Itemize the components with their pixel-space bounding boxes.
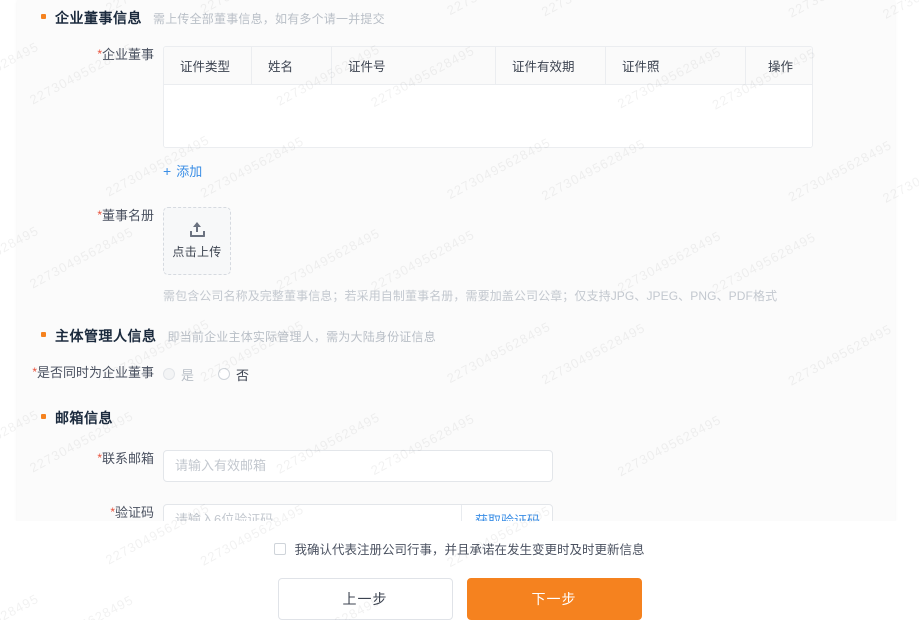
label-text: 验证码 bbox=[115, 505, 154, 520]
label-roster: *董事名册 bbox=[17, 207, 163, 224]
section-header-email: 邮箱信息 bbox=[17, 408, 895, 428]
label-text: 联系邮箱 bbox=[102, 451, 154, 466]
radio-label-no: 否 bbox=[236, 365, 249, 384]
footer-bar: 我确认代表注册公司行事，并且承诺在发生变更时及时更新信息 上一步 下一步 bbox=[0, 521, 919, 620]
upload-icon bbox=[189, 222, 206, 237]
add-director-button[interactable]: + 添加 bbox=[163, 161, 202, 180]
section-title-email: 邮箱信息 bbox=[55, 408, 113, 428]
section-title-manager: 主体管理人信息 bbox=[55, 326, 157, 346]
section-desc-directors: 需上传全部董事信息，如有多个请一并提交 bbox=[153, 10, 385, 27]
label-contact-email: *联系邮箱 bbox=[17, 450, 163, 467]
director-table: 证件类型 姓名 证件号 证件有效期 证件照 操作 bbox=[163, 46, 813, 148]
table-header-cell: 姓名 bbox=[252, 47, 332, 84]
field-row-director-table: *企业董事 证件类型 姓名 证件号 证件有效期 证件照 操作 bbox=[17, 46, 895, 181]
radio-option-no[interactable]: 否 bbox=[218, 365, 249, 384]
field-row-roster-upload: *董事名册 点击上传 需包含公司名称及完整董事信息；若采用自制董事名册，需要加盖… bbox=[17, 207, 895, 304]
confirm-text: 我确认代表注册公司行事，并且承诺在发生变更时及时更新信息 bbox=[294, 539, 644, 558]
section-desc-manager: 即当前企业主体实际管理人，需为大陆身份证信息 bbox=[168, 328, 436, 345]
section-header-directors: 企业董事信息 需上传全部董事信息，如有多个请一并提交 bbox=[17, 0, 895, 28]
section-header-manager: 主体管理人信息 即当前企业主体实际管理人，需为大陆身份证信息 bbox=[17, 326, 895, 346]
label-director-table: *企业董事 bbox=[17, 46, 163, 63]
label-text: 是否同时为企业董事 bbox=[37, 365, 154, 380]
is-director-field: 是 否 bbox=[163, 364, 895, 384]
footer-buttons: 上一步 下一步 bbox=[278, 578, 642, 620]
radio-group-is-director: 是 否 bbox=[163, 364, 895, 384]
bullet-icon bbox=[41, 414, 46, 419]
verify-code-wrap: 获取验证码 bbox=[163, 504, 553, 522]
table-header-row: 证件类型 姓名 证件号 证件有效期 证件照 操作 bbox=[164, 47, 812, 85]
checkbox-icon bbox=[274, 543, 286, 555]
plus-icon: + bbox=[163, 164, 171, 178]
table-header-cell: 证件类型 bbox=[164, 47, 252, 84]
label-text: 董事名册 bbox=[102, 208, 154, 223]
director-table-wrap: 证件类型 姓名 证件号 证件有效期 证件照 操作 bbox=[163, 46, 813, 148]
roster-upload-field: 点击上传 需包含公司名称及完整董事信息；若采用自制董事名册，需要加盖公司公章；仅… bbox=[163, 207, 895, 304]
table-empty-body bbox=[164, 85, 812, 147]
table-header-cell: 证件有效期 bbox=[496, 47, 606, 84]
form-body: 企业董事信息 需上传全部董事信息，如有多个请一并提交 *企业董事 证件类型 姓名… bbox=[17, 0, 895, 521]
bullet-icon bbox=[41, 332, 46, 337]
radio-circle-icon bbox=[218, 368, 230, 380]
upload-hint-text: 需包含公司名称及完整董事信息；若采用自制董事名册，需要加盖公司公章；仅支持JPG… bbox=[163, 288, 895, 304]
table-header-cell: 操作 bbox=[746, 47, 812, 84]
next-step-button[interactable]: 下一步 bbox=[467, 578, 642, 620]
field-row-is-director: *是否同时为企业董事 是 否 bbox=[17, 364, 895, 384]
confirm-checkbox-row[interactable]: 我确认代表注册公司行事，并且承诺在发生变更时及时更新信息 bbox=[274, 539, 644, 558]
bullet-icon bbox=[41, 14, 46, 19]
verify-code-field: 获取验证码 bbox=[163, 504, 895, 522]
table-header-cell: 证件号 bbox=[332, 47, 496, 84]
contact-email-input[interactable] bbox=[163, 450, 553, 482]
director-table-field: 证件类型 姓名 证件号 证件有效期 证件照 操作 + 添加 bbox=[163, 46, 895, 181]
add-director-label: 添加 bbox=[176, 161, 202, 180]
field-row-verify-code: *验证码 获取验证码 bbox=[17, 504, 895, 522]
section-title-directors: 企业董事信息 bbox=[55, 8, 142, 28]
upload-button[interactable]: 点击上传 bbox=[163, 207, 231, 275]
prev-step-button[interactable]: 上一步 bbox=[278, 578, 453, 620]
label-is-director: *是否同时为企业董事 bbox=[17, 364, 163, 382]
radio-label-yes: 是 bbox=[181, 365, 194, 384]
table-header-cell: 证件照 bbox=[606, 47, 746, 84]
radio-option-yes[interactable]: 是 bbox=[163, 365, 194, 384]
label-verify-code: *验证码 bbox=[17, 504, 163, 521]
radio-circle-icon bbox=[163, 368, 175, 380]
registration-page: 企业董事信息 需上传全部董事信息，如有多个请一并提交 *企业董事 证件类型 姓名… bbox=[0, 0, 919, 620]
form-card: 企业董事信息 需上传全部董事信息，如有多个请一并提交 *企业董事 证件类型 姓名… bbox=[17, 0, 895, 521]
upload-label: 点击上传 bbox=[172, 243, 221, 260]
field-row-contact-email: *联系邮箱 bbox=[17, 450, 895, 482]
get-code-button[interactable]: 获取验证码 bbox=[461, 505, 552, 522]
label-text: 企业董事 bbox=[102, 47, 154, 62]
contact-email-field bbox=[163, 450, 895, 482]
